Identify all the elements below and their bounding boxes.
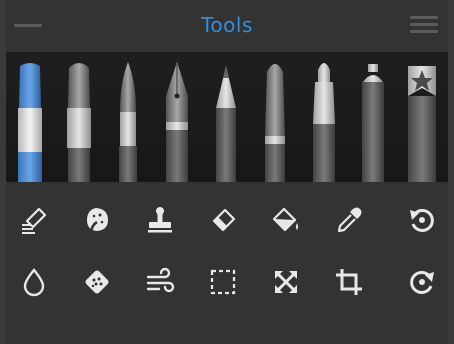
sponge-icon <box>85 270 109 294</box>
brush-flat[interactable] <box>57 52 101 182</box>
smudge-icon <box>22 207 47 234</box>
fill-bucket-icon <box>272 207 298 232</box>
selection-tool[interactable] <box>203 262 243 302</box>
eyedropper-tool[interactable] <box>329 200 369 240</box>
undo-icon <box>410 208 434 232</box>
texture-brush-tool[interactable] <box>77 200 117 240</box>
texture-brush-icon <box>87 208 108 233</box>
brush-marker[interactable] <box>8 52 52 182</box>
eraser-tool[interactable] <box>203 200 243 240</box>
water-tool[interactable] <box>14 262 54 302</box>
eyedropper-icon <box>337 207 362 233</box>
crop-tool[interactable] <box>329 262 369 302</box>
menu-button[interactable] <box>410 14 438 36</box>
selection-icon <box>210 269 236 295</box>
redo-button[interactable] <box>402 262 442 302</box>
stamp-tool[interactable] <box>140 200 180 240</box>
transform-tool[interactable] <box>266 262 306 302</box>
brush-felt-pen[interactable] <box>302 52 346 182</box>
smudge-tool[interactable] <box>14 200 54 240</box>
blur-wind-icon <box>146 267 175 293</box>
brush-spray-can[interactable] <box>351 52 395 182</box>
fill-tool[interactable] <box>266 200 306 240</box>
brush-favorites[interactable] <box>400 52 444 182</box>
panel-title: Tools <box>201 13 253 37</box>
brush-round[interactable] <box>106 52 150 182</box>
water-drop-icon <box>23 268 45 297</box>
hamburger-icon <box>410 16 438 19</box>
blur-tool[interactable] <box>140 262 180 302</box>
eraser-icon <box>212 208 236 232</box>
brush-strip <box>6 52 448 182</box>
redo-icon <box>410 270 434 294</box>
stamp-icon <box>148 207 172 233</box>
crop-icon <box>336 269 362 295</box>
transform-icon <box>275 271 297 293</box>
brush-oil[interactable] <box>253 52 297 182</box>
tools-panel: Tools <box>6 0 448 344</box>
brush-pencil[interactable] <box>204 52 248 182</box>
tool-grid <box>6 182 448 344</box>
panel-header: Tools <box>6 0 448 52</box>
sponge-tool[interactable] <box>77 262 117 302</box>
undo-button[interactable] <box>402 200 442 240</box>
brush-ink-pen[interactable] <box>155 52 199 182</box>
